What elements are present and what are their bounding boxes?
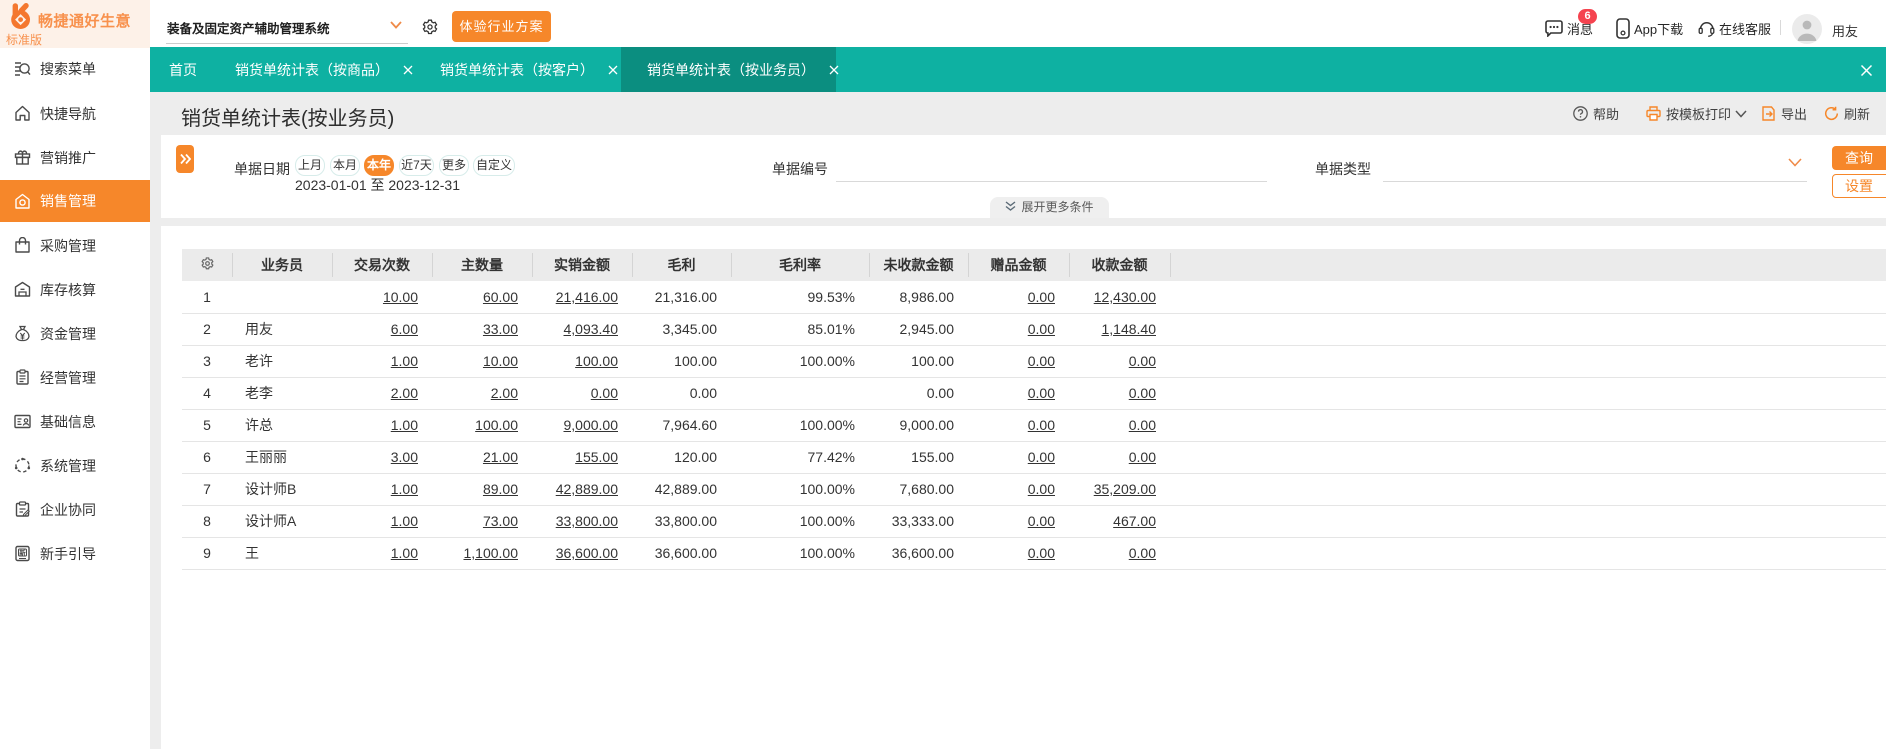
svg-text:新: 新 <box>19 548 26 557</box>
